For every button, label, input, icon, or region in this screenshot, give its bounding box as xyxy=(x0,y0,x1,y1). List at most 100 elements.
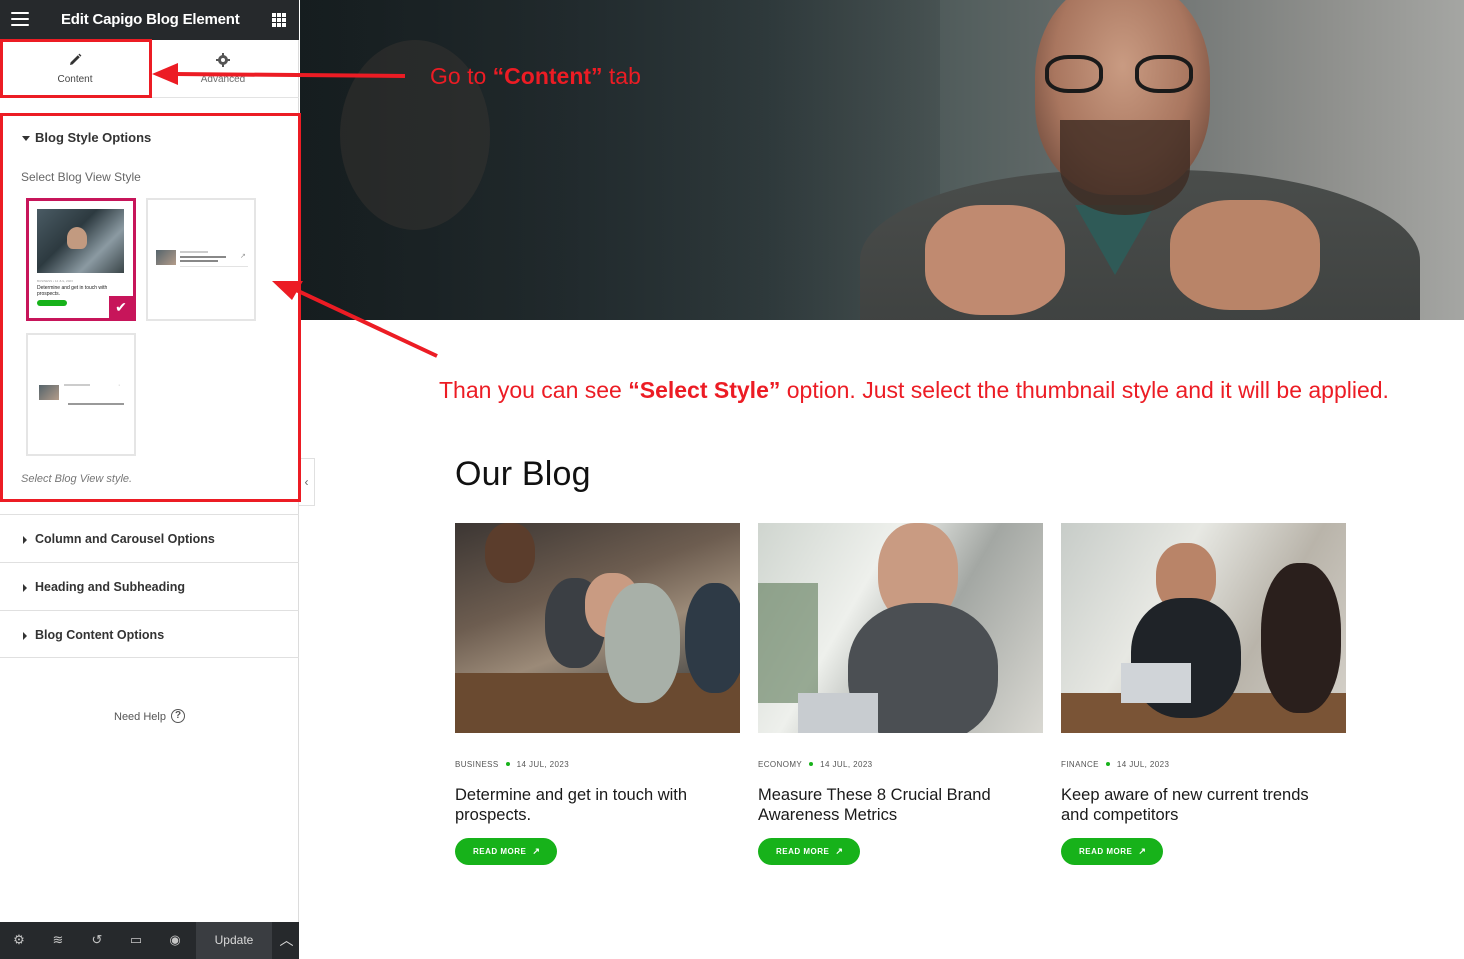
editor-footer: ⚙ ≋ ↺ ▭ ◉ Update ︿ xyxy=(0,922,299,959)
select-style-help: Select Blog View style. xyxy=(21,473,133,485)
thumbnail-photo xyxy=(39,385,59,400)
hero-person-hand xyxy=(1170,200,1320,310)
dot-icon xyxy=(1105,762,1110,767)
style-thumbnail-2[interactable]: ↗ xyxy=(146,198,256,321)
blog-card-image[interactable] xyxy=(758,523,1043,733)
blog-style-section-toggle[interactable]: Blog Style Options xyxy=(21,130,151,145)
thumbnail-button xyxy=(37,300,67,306)
person-shape xyxy=(685,583,740,693)
responsive-icon[interactable]: ▭ xyxy=(128,932,144,948)
annotation-text: Than you can see xyxy=(439,377,629,403)
need-help-link[interactable]: Need Help xyxy=(114,711,166,723)
tab-advanced[interactable]: Advanced xyxy=(148,40,298,97)
blog-style-section-title: Blog Style Options xyxy=(35,130,152,145)
blog-card-image[interactable] xyxy=(455,523,740,733)
tab-advanced-label: Advanced xyxy=(200,74,246,85)
accordion-label: Blog Content Options xyxy=(35,628,165,642)
select-style-label: Select Blog View Style xyxy=(21,170,141,184)
read-more-label: READ MORE xyxy=(776,847,830,856)
accordion-heading-subheading[interactable]: Heading and Subheading xyxy=(0,562,299,610)
pencil-icon xyxy=(70,53,82,65)
blog-card-title[interactable]: Keep aware of new current trends and com… xyxy=(1061,785,1331,825)
caret-right-icon xyxy=(23,632,27,640)
editor-tabs: Content Advanced xyxy=(0,40,299,98)
tab-content-label: Content xyxy=(57,74,93,85)
accordion-label: Column and Carousel Options xyxy=(35,532,215,546)
caret-right-icon xyxy=(23,584,27,592)
blog-card-date: 14 JUL, 2023 xyxy=(1116,760,1170,769)
blog-card-category: FINANCE xyxy=(1061,760,1099,769)
thumbnail-line xyxy=(68,403,124,405)
thumbnail-line xyxy=(180,251,208,253)
thumbnail-photo xyxy=(37,209,124,273)
gear-icon xyxy=(216,53,230,67)
thumbnail-title: Determine and get in touch with prospect… xyxy=(37,285,108,297)
editor-title: Edit Capigo Blog Element xyxy=(61,11,240,28)
annotation-text: Go to xyxy=(430,63,493,89)
tab-content[interactable]: Content xyxy=(0,40,150,97)
thumbnail-line xyxy=(64,384,90,386)
blog-card-image[interactable] xyxy=(1061,523,1346,733)
blog-card-meta: FINANCE 14 JUL, 2023 xyxy=(1061,760,1346,770)
plant-shape xyxy=(758,583,818,703)
read-more-button[interactable]: READ MORE ↗ xyxy=(455,838,558,865)
blog-card-date: 14 JUL, 2023 xyxy=(820,760,873,769)
question-circle-icon[interactable]: ? xyxy=(171,709,185,723)
read-more-label: READ MORE xyxy=(1079,847,1133,856)
hero-person-hand xyxy=(925,205,1065,315)
caret-right-icon xyxy=(23,536,27,544)
blog-card-date: 14 JUL, 2023 xyxy=(516,760,570,769)
annotation-step1: Go to “Content” tab xyxy=(430,63,641,90)
thumbnail-photo xyxy=(156,250,176,265)
thumbnail-divider xyxy=(180,266,248,267)
blog-card-meta: BUSINESS 14 JUL, 2023 xyxy=(455,760,740,770)
dot-icon xyxy=(809,762,814,767)
layers-icon[interactable]: ≋ xyxy=(50,932,66,948)
hero-person-glasses xyxy=(1045,55,1200,93)
arrow-icon: · xyxy=(118,382,121,389)
hero-person-beard xyxy=(1060,120,1190,215)
laptop-shape xyxy=(798,693,878,733)
thumbnail-line xyxy=(180,260,218,262)
accordion-blog-content[interactable]: Blog Content Options xyxy=(0,610,299,658)
thumbnail-meta: BUSINESS • 14 JUL, 2023 xyxy=(37,279,73,283)
arrow-up-right-icon: ↗ xyxy=(1138,846,1147,856)
person-shape xyxy=(485,523,535,583)
hamburger-menu-icon[interactable] xyxy=(11,12,29,26)
accordion-column-carousel[interactable]: Column and Carousel Options xyxy=(0,514,299,562)
blog-card-category: ECONOMY xyxy=(758,760,803,769)
blog-card: FINANCE 14 JUL, 2023 Keep aware of new cu… xyxy=(1061,523,1346,865)
arrow-up-right-icon: ↗ xyxy=(835,846,844,856)
read-more-label: READ MORE xyxy=(473,847,527,856)
chevron-up-icon[interactable]: ︿ xyxy=(274,922,299,959)
settings-icon[interactable]: ⚙ xyxy=(11,932,27,948)
update-button[interactable]: Update xyxy=(196,922,272,959)
annotation-highlight: “Content” xyxy=(492,63,603,89)
hero-image xyxy=(300,0,1464,320)
person-shape xyxy=(605,583,680,703)
dot-icon xyxy=(505,762,510,767)
widgets-grid-icon[interactable] xyxy=(272,13,286,27)
collapse-panel-toggle[interactable]: ‹ xyxy=(299,458,315,506)
blog-card-meta: ECONOMY 14 JUL, 2023 xyxy=(758,760,1043,770)
thumbnail-line xyxy=(180,256,226,258)
editor-sidebar: Edit Capigo Blog Element Content Advance… xyxy=(0,0,299,959)
style-thumbnail-3[interactable]: · xyxy=(26,333,136,456)
read-more-button[interactable]: READ MORE ↗ xyxy=(758,838,861,865)
read-more-button[interactable]: READ MORE ↗ xyxy=(1061,838,1164,865)
blog-card-title[interactable]: Determine and get in touch with prospect… xyxy=(455,785,725,825)
blog-card-title[interactable]: Measure These 8 Crucial Brand Awareness … xyxy=(758,785,1028,825)
blog-card-category: BUSINESS xyxy=(455,760,499,769)
laptop-shape xyxy=(1121,663,1191,703)
style-thumbnail-1[interactable]: BUSINESS • 14 JUL, 2023 Determine and ge… xyxy=(26,198,136,321)
history-icon[interactable]: ↺ xyxy=(89,932,105,948)
page-root: Edit Capigo Blog Element Content Advance… xyxy=(0,0,1464,959)
arrow-icon: ↗ xyxy=(240,253,246,260)
preview-eye-icon[interactable]: ◉ xyxy=(167,932,183,948)
blog-heading: Our Blog xyxy=(455,455,591,493)
annotation-highlight: “Select Style” xyxy=(628,377,781,403)
person-shape xyxy=(1261,563,1341,713)
checkmark-icon: ✔ xyxy=(109,296,133,318)
annotation-step2: Than you can see “Select Style” option. … xyxy=(439,377,1389,404)
accordion-label: Heading and Subheading xyxy=(35,580,186,594)
